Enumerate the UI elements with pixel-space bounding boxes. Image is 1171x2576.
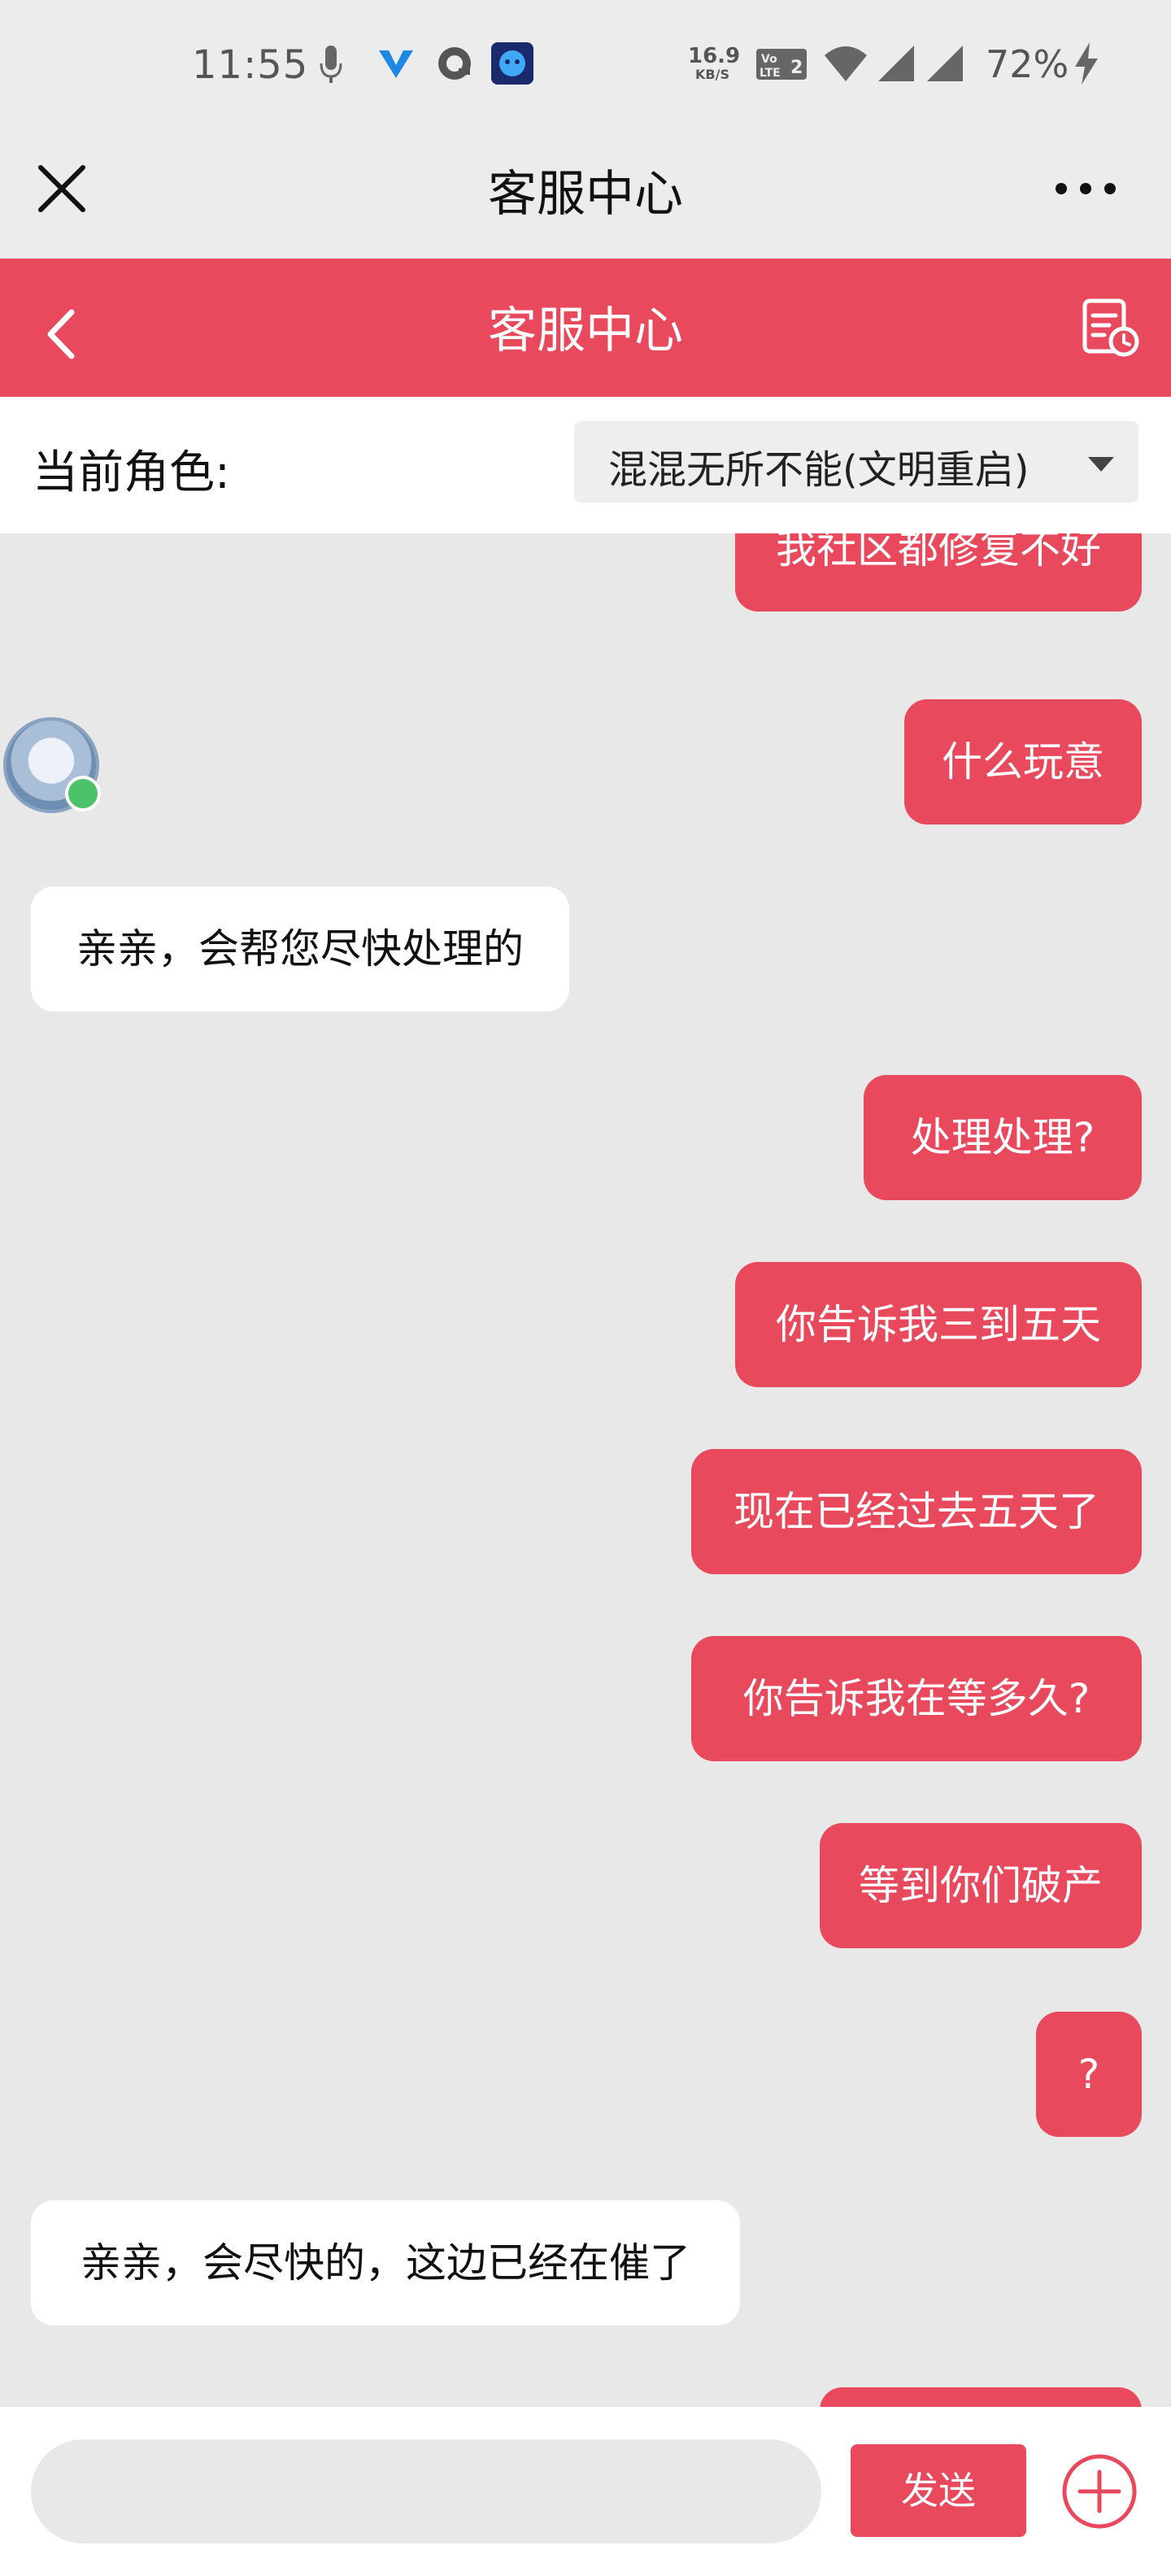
more-icon[interactable] [1049,159,1122,218]
message-bubble-out: 你告诉我三到五天 [735,1262,1142,1387]
record-history-icon[interactable] [1080,298,1140,358]
message-bubble-out: 我社区都修复不好 [735,533,1142,611]
message-bubble-out: 处理处理? [864,1075,1142,1200]
volte-icon: Vo LTE 2 [756,49,807,80]
send-button[interactable]: 发送 [851,2444,1026,2537]
role-select-value: 混混无所不能(文明重启) [608,447,1030,493]
signal-icon [878,46,914,81]
network-speed: 16.9 KB/S [688,44,741,82]
battery-level: 72% [986,42,1069,86]
message-bubble-in: 亲亲，会尽快的，这边已经在催了 [31,2200,740,2326]
role-label: 当前角色: [33,446,230,499]
role-row: 当前角色: 混混无所不能(文明重启) [0,397,1171,533]
v-app-icon [379,50,413,78]
network-speed-value: 16.9 [688,44,741,68]
message-bubble-in: 亲亲，会帮您尽快处理的 [31,886,569,1012]
page-title: 客服中心 [488,166,683,223]
chat-area[interactable]: 我社区都修复不好 什么玩意 亲亲，会帮您尽快处理的 处理处理? 你告诉我三到五天… [0,533,1171,2407]
message-bubble-out [820,2387,1142,2407]
charging-icon [1075,42,1098,85]
message-bubble-out: 什么玩意 [904,699,1142,825]
input-bar: 发送 [0,2407,1171,2576]
microphone-icon [320,46,342,83]
message-bubble-out: 你告诉我在等多久? [691,1636,1142,1761]
caret-down-icon [1088,457,1114,472]
verified-badge-icon [65,776,101,812]
message-input[interactable] [31,2439,821,2543]
signal-icon [927,46,963,81]
svg-text:2: 2 [790,58,803,78]
title-bar: 客服中心 [0,130,1171,259]
header-title: 客服中心 [488,302,683,359]
q-app-icon [438,47,471,80]
svg-text:LTE: LTE [760,67,781,80]
status-time: 11:55 [192,42,309,88]
plus-circle-icon[interactable] [1060,2452,1138,2530]
robot-app-icon [491,42,533,85]
app-header: 客服中心 [0,259,1171,397]
message-bubble-out: ? [1036,2012,1142,2137]
status-bar: 11:55 16.9 KB/S Vo LTE 2 72% [0,0,1171,130]
message-bubble-out: 现在已经过去五天了 [691,1449,1142,1574]
message-bubble-out: 等到你们破产 [820,1823,1142,1948]
role-select[interactable]: 混混无所不能(文明重启) [574,421,1138,503]
wifi-icon [825,46,867,81]
svg-text:Vo: Vo [761,53,777,66]
network-speed-unit: KB/S [695,67,729,82]
